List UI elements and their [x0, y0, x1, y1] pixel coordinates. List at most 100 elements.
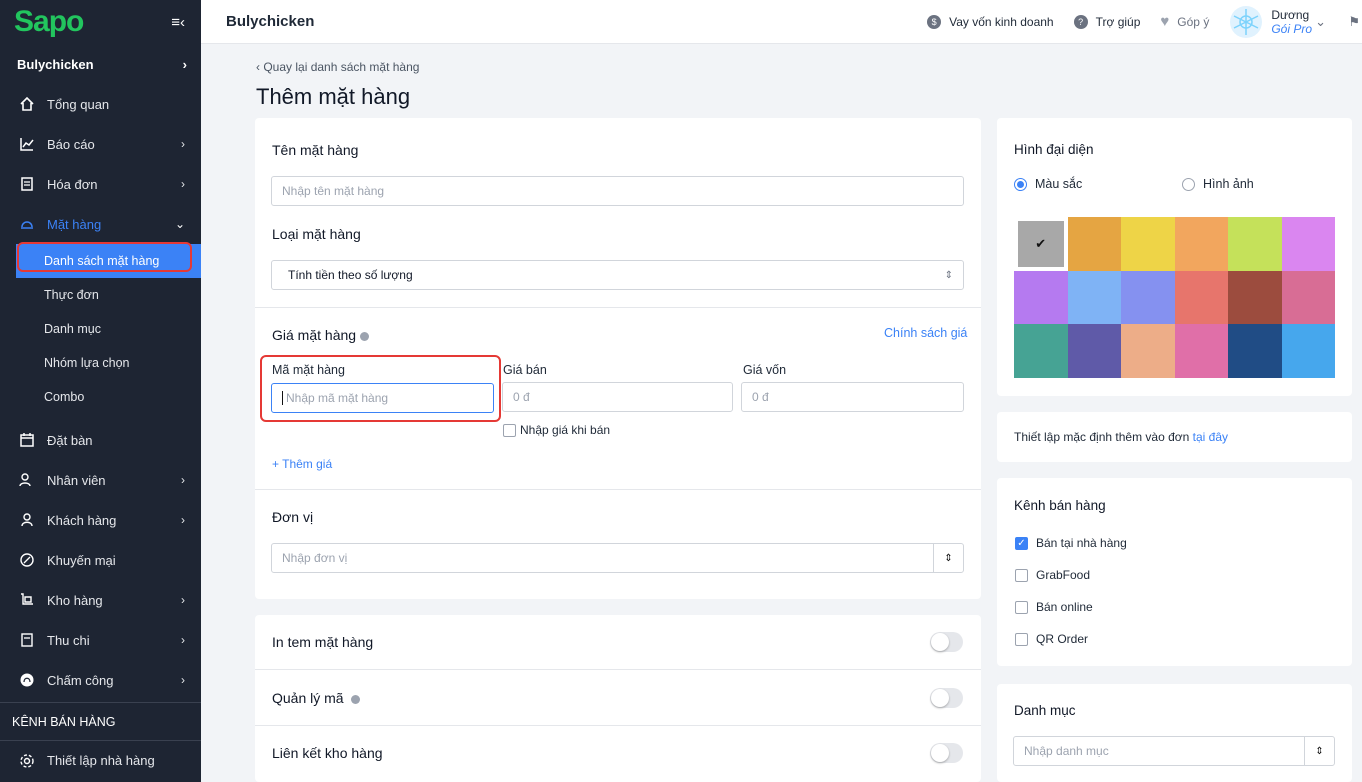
code-manage-text: Quản lý mã — [272, 690, 344, 706]
category-card — [997, 684, 1352, 782]
feedback-link[interactable]: ♥ Góp ý — [1160, 13, 1209, 30]
unit-input[interactable]: Nhập đơn vị ⇕ — [271, 543, 964, 573]
color-radio[interactable]: Màu sắc — [1014, 177, 1082, 192]
highlight-box — [260, 355, 501, 422]
sidebar-item-products[interactable]: Mặt hàng ⌄ — [0, 204, 201, 244]
color-swatch[interactable] — [1067, 324, 1121, 378]
price-on-sale-checkbox[interactable]: Nhập giá khi bán — [503, 423, 610, 438]
print-toggle[interactable] — [930, 632, 963, 652]
checkbox-icon — [1015, 633, 1028, 647]
color-swatch[interactable] — [1281, 270, 1335, 325]
bell-icon[interactable]: ⚑ — [1348, 14, 1360, 30]
sidebar-item-overview[interactable]: Tổng quan — [0, 84, 201, 124]
channel-label: GrabFood — [1036, 568, 1091, 582]
color-swatch[interactable] — [1014, 324, 1068, 378]
home-icon — [17, 94, 37, 114]
color-swatch[interactable] — [1281, 324, 1335, 378]
color-swatch[interactable] — [1174, 324, 1228, 378]
divider — [255, 669, 981, 670]
color-swatch[interactable] — [1121, 270, 1175, 325]
sidebar-sub-combo[interactable]: Combo — [0, 380, 201, 414]
sidebar-item-timekeeping[interactable]: Chấm công › — [0, 660, 201, 700]
color-swatch[interactable] — [1228, 217, 1282, 271]
channel-online[interactable]: Bán online — [1015, 600, 1093, 615]
help-label: Trợ giúp — [1095, 14, 1141, 29]
default-link[interactable]: tại đây — [1193, 430, 1228, 444]
user-info[interactable]: Dương Gói Pro — [1271, 8, 1312, 36]
color-swatch[interactable] — [1067, 217, 1121, 271]
channel-grabfood[interactable]: GrabFood — [1015, 568, 1091, 583]
help-link[interactable]: ? Trợ giúp — [1073, 14, 1141, 29]
gear-icon — [17, 751, 37, 771]
sidebar-item-promotions[interactable]: Khuyến mại — [0, 540, 201, 580]
sapo-logo[interactable]: Sapo — [14, 5, 84, 39]
color-swatch[interactable]: ✔ — [1014, 217, 1068, 271]
avatar[interactable] — [1229, 5, 1263, 39]
cost-price-input[interactable]: 0 đ — [741, 382, 964, 412]
color-swatch[interactable] — [1228, 324, 1282, 378]
channel-dine-in[interactable]: ✓ Bán tại nhà hàng — [1015, 536, 1127, 551]
sidebar-item-label: Khách hàng — [47, 512, 117, 528]
sidebar-sub-option-groups[interactable]: Nhóm lựa chọn — [0, 346, 201, 380]
color-swatch[interactable] — [1174, 217, 1228, 271]
back-link[interactable]: ‹ Quay lại danh sách mặt hàng — [256, 60, 419, 74]
name-input[interactable]: Nhập tên mặt hàng — [271, 176, 964, 206]
color-swatch[interactable] — [1121, 324, 1175, 378]
sidebar-item-staff[interactable]: Nhân viên › — [0, 460, 201, 500]
sidebar-sub-menu[interactable]: Thực đơn — [0, 278, 201, 312]
sidebar-item-invoices[interactable]: Hóa đơn › — [0, 164, 201, 204]
code-manage-label: Quản lý mã — [272, 690, 361, 706]
updown-icon: ⇕ — [944, 269, 953, 281]
add-price-link[interactable]: + Thêm giá — [272, 457, 332, 471]
chevron-right-icon: › — [181, 513, 185, 527]
color-swatch[interactable] — [1067, 270, 1121, 325]
sidebar-sub-categories[interactable]: Danh mục — [0, 312, 201, 346]
sidebar-item-warehouse[interactable]: Kho hàng › — [0, 580, 201, 620]
color-swatch[interactable] — [1121, 217, 1175, 271]
sidebar-item-reservations[interactable]: Đặt bàn — [0, 420, 201, 460]
type-select[interactable]: Tính tiền theo số lượng ⇕ — [271, 260, 964, 290]
image-radio[interactable]: Hình ảnh — [1182, 177, 1254, 192]
sidebar-item-label: Mặt hàng — [47, 216, 102, 232]
page-title: Thêm mặt hàng — [256, 84, 411, 109]
stock-link-toggle[interactable] — [930, 743, 963, 763]
price-label-text: Giá mặt hàng — [272, 327, 357, 343]
color-swatch[interactable] — [1014, 270, 1068, 325]
sidebar-item-settings[interactable]: Thiết lập nhà hàng — [0, 740, 201, 780]
category-input[interactable]: Nhập danh mục ⇕ — [1013, 736, 1335, 766]
price-policy-link[interactable]: Chính sách giá — [884, 326, 967, 340]
check-icon: ✔ — [1035, 235, 1047, 251]
print-label: In tem mặt hàng — [272, 634, 374, 650]
radio-icon — [1182, 178, 1195, 192]
chevron-down-icon: ⌄ — [174, 217, 185, 231]
sidebar-item-customers[interactable]: Khách hàng › — [0, 500, 201, 540]
category-stepper[interactable]: ⇕ — [1304, 737, 1334, 765]
color-swatch[interactable] — [1281, 217, 1335, 271]
sidebar-item-reports[interactable]: Báo cáo › — [0, 124, 201, 164]
info-icon[interactable] — [351, 694, 361, 704]
sidebar-item-cashbook[interactable]: Thu chi › — [0, 620, 201, 660]
sidebar-item-label: Thu chi — [47, 632, 90, 648]
sell-price-input[interactable]: 0 đ — [502, 382, 733, 412]
channel-qr-order[interactable]: QR Order — [1015, 632, 1089, 647]
info-icon[interactable] — [359, 331, 369, 341]
type-label: Loại mặt hàng — [272, 226, 361, 242]
collapse-menu-icon[interactable]: ≡‹ — [171, 14, 185, 31]
customer-icon — [17, 510, 37, 530]
channel-label: QR Order — [1036, 632, 1089, 646]
chevron-down-icon[interactable]: ⌄ — [1315, 14, 1326, 30]
chevron-right-icon: › — [181, 673, 185, 687]
default-text: Thiết lập mặc định thêm vào đơn — [1014, 430, 1190, 444]
shop-selector[interactable]: Bulychicken › — [0, 44, 201, 84]
staff-icon — [17, 470, 37, 490]
promo-icon — [17, 550, 37, 570]
highlight-box — [17, 242, 192, 272]
loan-link[interactable]: $ Vay vốn kinh doanh — [927, 14, 1054, 29]
unit-stepper[interactable]: ⇕ — [933, 544, 963, 572]
color-swatch[interactable] — [1228, 270, 1282, 325]
category-placeholder: Nhập danh mục — [1024, 744, 1109, 758]
color-palette: ✔ — [1014, 217, 1335, 378]
color-swatch[interactable] — [1174, 270, 1228, 325]
chart-icon — [17, 134, 37, 154]
code-manage-toggle[interactable] — [930, 688, 963, 708]
